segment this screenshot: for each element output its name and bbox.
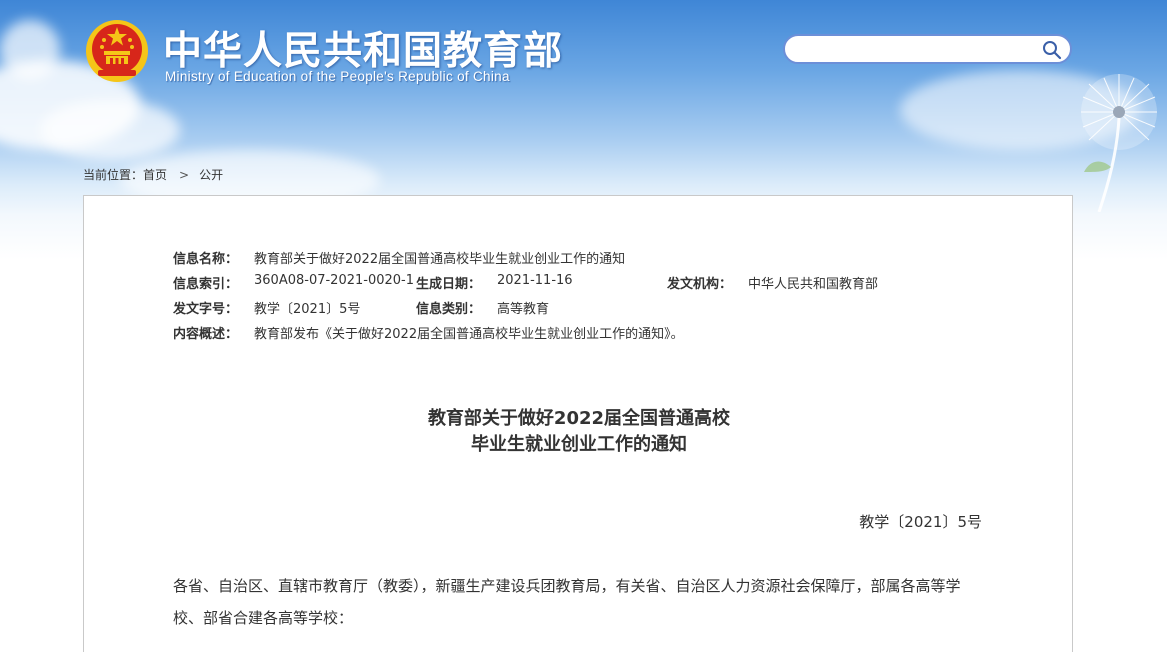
national-emblem-icon <box>86 20 148 82</box>
breadcrumb-public-link[interactable]: 公开 <box>199 168 223 182</box>
info-category-value: 高等教育 <box>497 302 550 317</box>
info-date-value: 2021-11-16 <box>497 273 573 288</box>
document-title-line2: 毕业生就业创业工作的通知 <box>471 434 687 455</box>
info-index-label: 信息索引： <box>173 277 239 292</box>
info-name-value: 教育部关于做好2022届全国普通高校毕业生就业创业工作的通知 <box>254 252 626 267</box>
info-docno-value: 教学〔2021〕5号 <box>254 302 361 317</box>
breadcrumb-prefix: 当前位置： <box>83 168 144 182</box>
cloud-decoration <box>40 100 180 160</box>
breadcrumb: 当前位置：首页 > 公开 <box>83 166 223 183</box>
info-docno-label: 发文字号： <box>173 302 239 317</box>
site-subtitle: Ministry of Education of the People's Re… <box>165 69 510 84</box>
document-body-paragraph: 各省、自治区、直辖市教育厅（教委），新疆生产建设兵团教育局，有关省、自治区人力资… <box>173 577 961 627</box>
dandelion-decoration <box>1081 74 1157 212</box>
info-org-value: 中华人民共和国教育部 <box>748 277 879 292</box>
info-category-label: 信息类别： <box>416 302 482 317</box>
info-date-label: 生成日期： <box>416 277 482 292</box>
info-name-label: 信息名称： <box>173 252 239 267</box>
info-index-value: 360A08-07-2021-0020-1 <box>254 273 414 288</box>
document-title: 教育部关于做好2022届全国普通高校 毕业生就业创业工作的通知 <box>84 406 1074 458</box>
search-input[interactable] <box>797 39 1037 59</box>
content-panel: 信息名称： 教育部关于做好2022届全国普通高校毕业生就业创业工作的通知 信息索… <box>83 195 1073 652</box>
info-org-label: 发文机构： <box>667 277 733 292</box>
info-summary-label: 内容概述： <box>173 327 239 342</box>
site-title: 中华人民共和国教育部 <box>163 29 564 74</box>
document-title-line1: 教育部关于做好2022届全国普通高校 <box>427 408 731 429</box>
document-number: 教学〔2021〕5号 <box>859 513 982 531</box>
search-icon[interactable] <box>1042 40 1062 60</box>
breadcrumb-home-link[interactable]: 首页 <box>143 168 167 182</box>
search-box <box>783 34 1072 64</box>
info-summary-value: 教育部发布《关于做好2022届全国普通高校毕业生就业创业工作的通知》。 <box>254 327 684 342</box>
breadcrumb-separator: > <box>179 168 190 182</box>
